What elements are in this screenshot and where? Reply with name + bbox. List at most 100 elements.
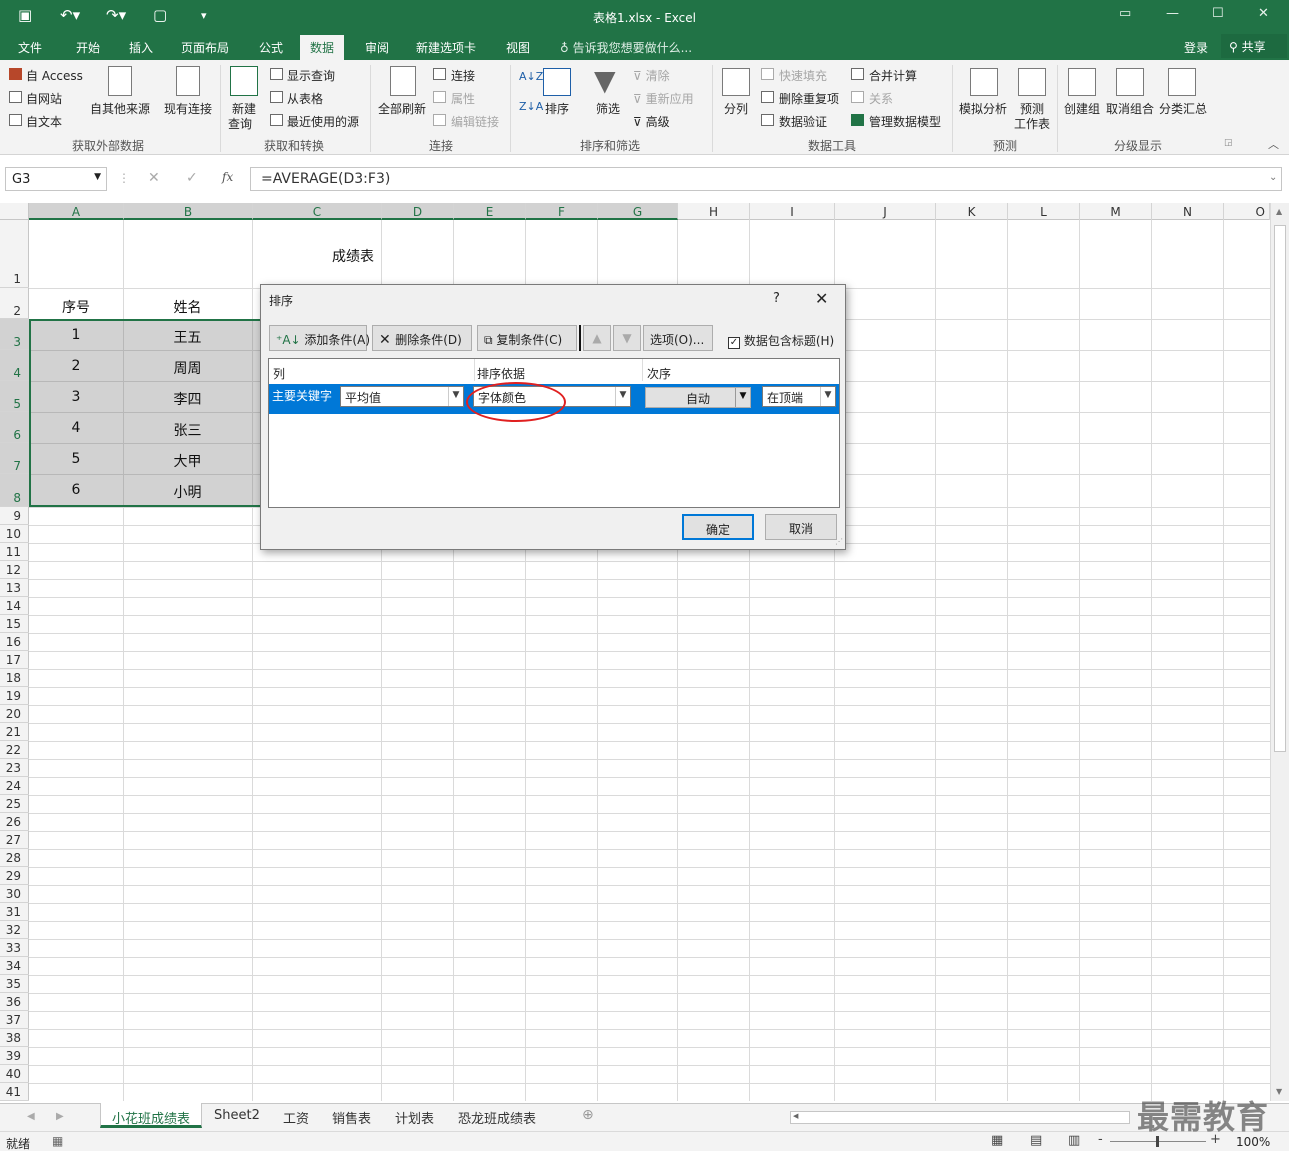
font-color-select[interactable]: 自动 ▼ [645,387,751,408]
column-select[interactable]: 平均值 ▼ [340,386,464,407]
row-header[interactable]: 18 [0,669,29,687]
tab-insert[interactable]: 插入 [129,39,153,56]
name-cell[interactable]: 张三 [123,420,252,440]
options-button[interactable]: 选项(O)... [643,325,713,351]
prev-sheet-icon[interactable]: ◀ [27,1111,35,1122]
row-header[interactable]: 34 [0,957,29,975]
column-header[interactable]: O [1224,203,1270,220]
row-header[interactable]: 22 [0,741,29,759]
sheet-tab[interactable]: 销售表 [332,1108,371,1127]
connections-button[interactable]: 连接 [451,67,475,84]
row-header[interactable]: 2 [0,288,29,319]
name-box[interactable]: G3 ▼ [5,167,107,191]
row-header[interactable]: 17 [0,651,29,669]
recent-sources-button[interactable]: 最近使用的源 [287,113,359,130]
page-layout-view-icon[interactable]: ▤ [1030,1133,1042,1148]
column-header[interactable]: C [253,203,382,220]
move-up-icon[interactable]: ▲ [583,325,611,351]
row-header[interactable]: 10 [0,525,29,543]
resize-grip-icon[interactable]: ⋰ [835,537,843,546]
from-access-button[interactable]: 自 Access [26,67,83,84]
row-header[interactable]: 11 [0,543,29,561]
index-cell[interactable]: 5 [29,451,123,467]
row-header[interactable]: 29 [0,867,29,885]
row-header[interactable]: 5 [0,381,29,412]
tab-home[interactable]: 开始 [76,39,100,56]
tab-data[interactable]: 数据 [300,35,345,60]
clear-button[interactable]: ⊽ 清除 [633,67,670,84]
delete-condition-button[interactable]: ✕ 删除条件(D) [372,325,472,351]
what-if-analysis-button[interactable]: 模拟分析 [959,100,1007,117]
scroll-up-icon[interactable]: ▲ [1276,207,1282,216]
data-validation-button[interactable]: 数据验证 [779,113,827,130]
horizontal-scrollbar[interactable]: ◀ [790,1111,1130,1124]
macro-record-icon[interactable]: ▦ [52,1134,63,1148]
add-sheet-icon[interactable]: ⊕ [582,1107,594,1123]
sheet-tab[interactable]: 恐龙班成绩表 [458,1108,536,1127]
tab-view[interactable]: 视图 [506,39,530,56]
remove-duplicates-button[interactable]: 删除重复项 [779,90,839,107]
has-header-checkbox[interactable]: ✓ 数据包含标题(H) [728,332,834,349]
column-header[interactable]: E [454,203,526,220]
share-button[interactable]: ⚲ 共享 [1221,34,1287,58]
column-header[interactable]: H [678,203,750,220]
row-header[interactable]: 26 [0,813,29,831]
formula-input[interactable]: =AVERAGE(D3:F3) [250,167,1282,191]
row-header[interactable]: 37 [0,1011,29,1029]
row-header[interactable]: 14 [0,597,29,615]
vertical-scrollbar[interactable]: ▲ ▼ [1270,203,1289,1101]
close-icon[interactable]: ✕ [1258,6,1269,21]
from-text-button[interactable]: 自文本 [26,113,62,130]
row-header[interactable]: 13 [0,579,29,597]
sheet-tab[interactable]: 小花班成绩表 [112,1108,190,1127]
refresh-all-button[interactable]: 全部刷新 [378,100,426,117]
from-table-button[interactable]: 从表格 [287,90,323,107]
column-header[interactable]: M [1080,203,1152,220]
column-header[interactable]: L [1008,203,1080,220]
sheet-tab[interactable]: Sheet2 [214,1108,260,1123]
tab-formulas[interactable]: 公式 [259,39,283,56]
name-cell[interactable]: 周周 [123,358,252,378]
show-queries-button[interactable]: 显示查询 [287,67,335,84]
chevron-down-icon[interactable]: ▼ [94,172,101,182]
column-header[interactable]: F [526,203,598,220]
row-header[interactable]: 30 [0,885,29,903]
move-down-icon[interactable]: ▼ [613,325,641,351]
row-header[interactable]: 38 [0,1029,29,1047]
from-web-button[interactable]: 自网站 [26,90,62,107]
zoom-out-icon[interactable]: - [1098,1132,1103,1147]
filter-button[interactable]: 筛选 [596,100,620,117]
column-header[interactable]: D [382,203,454,220]
column-header[interactable]: I [750,203,835,220]
row-header[interactable]: 9 [0,507,29,525]
page-break-view-icon[interactable]: ▥ [1068,1133,1080,1148]
normal-view-icon[interactable]: ▦ [991,1133,1003,1148]
column-header[interactable]: N [1152,203,1224,220]
index-cell[interactable]: 6 [29,482,123,498]
insert-function-icon[interactable]: fx [222,170,233,184]
column-header[interactable]: A [29,203,124,220]
other-sources-button[interactable]: 自其他来源 [90,100,150,117]
column-header[interactable]: J [835,203,936,220]
row-header[interactable]: 19 [0,687,29,705]
text-to-columns-button[interactable]: 分列 [724,100,748,117]
add-condition-button[interactable]: ⁺A↓ 添加条件(A) [269,325,370,351]
index-cell[interactable]: 2 [29,358,123,374]
tab-file[interactable]: 文件 [18,39,42,56]
name-cell[interactable]: 大甲 [123,451,252,471]
row-header[interactable]: 25 [0,795,29,813]
scrollbar-thumb[interactable] [1274,225,1286,752]
column-header[interactable]: G [598,203,678,220]
name-cell[interactable]: 李四 [123,389,252,409]
column-header[interactable]: K [936,203,1008,220]
minimize-icon[interactable]: — [1166,6,1179,21]
collapse-ribbon-icon[interactable]: ︿ [1268,136,1279,152]
relationships-button[interactable]: 关系 [869,90,893,107]
row-header[interactable]: 35 [0,975,29,993]
column-header[interactable]: B [124,203,253,220]
sort-asc-icon[interactable]: A↓Z [519,70,543,83]
header-cell-index[interactable]: 序号 [29,297,123,317]
row-header[interactable]: 41 [0,1083,29,1101]
reapply-button[interactable]: ⊽ 重新应用 [633,90,694,107]
sheet-tab[interactable]: 计划表 [395,1108,434,1127]
